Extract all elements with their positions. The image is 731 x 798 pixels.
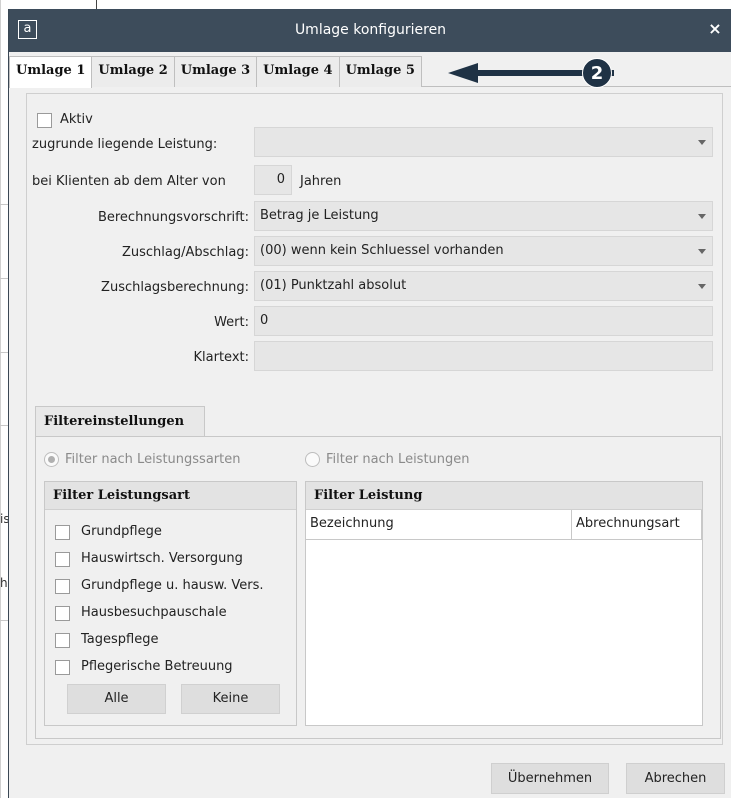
tab-umlage-5[interactable]: Umlage 5	[338, 56, 422, 87]
list-item-label: Hausbesuchpauschale	[81, 605, 227, 620]
leistung-label: zugrunde liegende Leistung:	[32, 137, 218, 152]
background-divider	[0, 425, 8, 426]
berechnung-label: Berechnungsvorschrift:	[97, 210, 249, 225]
pflegerische-checkbox[interactable]	[55, 660, 70, 675]
background-divider	[0, 352, 8, 353]
alle-button[interactable]: Alle	[67, 684, 166, 714]
tab-umlage-2[interactable]: Umlage 2	[91, 56, 175, 87]
hauswirtsch-checkbox[interactable]	[55, 552, 70, 567]
filter-leistungsart-header: Filter Leistungsart	[45, 482, 296, 510]
alter-unit-label: Jahren	[300, 174, 342, 189]
chevron-down-icon	[698, 140, 706, 145]
background-divider	[0, 620, 8, 621]
zuschlag-value: (00) wenn kein Schluessel vorhanden	[260, 243, 504, 258]
tab-umlage-3[interactable]: Umlage 3	[173, 56, 258, 87]
filter-leistung-header: Filter Leistung	[306, 482, 702, 510]
zuschlag-select[interactable]: (00) wenn kein Schluessel vorhanden	[254, 236, 713, 266]
wert-input[interactable]: 0	[254, 306, 713, 336]
wert-label: Wert:	[214, 315, 249, 330]
aktiv-checkbox[interactable]	[37, 113, 52, 128]
radio-filter-leistungen-label: Filter nach Leistungen	[326, 452, 470, 467]
list-item-label: Grundpflege	[81, 524, 162, 539]
radio-filter-leistungsarten[interactable]	[44, 452, 59, 467]
uebernehmen-button[interactable]: Übernehmen	[491, 763, 609, 794]
chevron-down-icon	[698, 284, 706, 289]
zuschlagsberechnung-select[interactable]: (01) Punktzahl absolut	[254, 271, 713, 301]
keine-button[interactable]: Keine	[181, 684, 280, 714]
tab-filtereinstellungen[interactable]: Filtereinstellungen	[35, 406, 205, 437]
grundpflege-hausw-checkbox[interactable]	[55, 579, 70, 594]
list-item-label: Hauswirtsch. Versorgung	[81, 551, 243, 566]
background-divider	[0, 278, 8, 279]
berechnung-value: Betrag je Leistung	[260, 208, 379, 223]
column-header-abrechnungsart[interactable]: Abrechnungsart	[572, 510, 702, 540]
close-button[interactable]: ×	[706, 20, 724, 38]
background-window-edge	[0, 0, 1, 798]
callout-badge: 2	[582, 58, 612, 88]
zuschlagsberechnung-value: (01) Punktzahl absolut	[260, 278, 407, 293]
tagespflege-checkbox[interactable]	[55, 633, 70, 648]
zuschlag-label: Zuschlag/Abschlag:	[121, 245, 249, 260]
tab-umlage-1[interactable]: Umlage 1	[9, 56, 93, 88]
list-item-label: Tagespflege	[81, 632, 159, 647]
chevron-down-icon	[698, 214, 706, 219]
alter-input[interactable]: 0	[254, 165, 292, 195]
column-header-bezeichnung[interactable]: Bezeichnung	[306, 510, 572, 540]
filter-settings-panel: Filter nach Leistungssarten Filter nach …	[35, 436, 721, 739]
leistung-table[interactable]: Bezeichnung Abrechnungsart	[306, 510, 702, 725]
grundpflege-checkbox[interactable]	[55, 525, 70, 540]
filter-leistungsart-box: Filter Leistungsart Grundpflege Hauswirt…	[44, 481, 297, 726]
tab-umlage-4[interactable]: Umlage 4	[256, 56, 340, 87]
dialog-title: Umlage konfigurieren	[294, 22, 447, 38]
hausbesuch-checkbox[interactable]	[55, 606, 70, 621]
aktiv-label: Aktiv	[60, 112, 93, 127]
zuschlagsberechnung-label: Zuschlagsberechnung:	[101, 280, 249, 295]
background-divider	[96, 0, 97, 9]
radio-filter-leistungsarten-label: Filter nach Leistungssarten	[65, 452, 241, 467]
radio-filter-leistungen[interactable]	[305, 452, 320, 467]
klartext-input[interactable]	[254, 341, 713, 371]
leistung-select[interactable]	[254, 127, 713, 157]
list-item-label: Grundpflege u. hausw. Vers.	[81, 578, 264, 593]
list-item-label: Pflegerische Betreuung	[81, 659, 233, 674]
filter-leistung-box: Filter Leistung Bezeichnung Abrechnungsa…	[305, 481, 703, 726]
berechnung-select[interactable]: Betrag je Leistung	[254, 201, 713, 231]
background-divider	[0, 204, 8, 205]
background-text: h	[0, 576, 8, 590]
background-text: is	[0, 512, 8, 526]
umlage-dialog: a Umlage konfigurieren × Umlage 1 Umlage…	[8, 9, 731, 798]
umlage-tabs: Umlage 1 Umlage 2 Umlage 3 Umlage 4 Umla…	[9, 56, 422, 88]
klartext-label: Klartext:	[193, 350, 250, 365]
title-bar[interactable]: a Umlage konfigurieren ×	[9, 9, 731, 52]
abrechen-button[interactable]: Abrechen	[626, 763, 725, 794]
alter-label: bei Klienten ab dem Alter von	[32, 174, 226, 189]
chevron-down-icon	[698, 249, 706, 254]
